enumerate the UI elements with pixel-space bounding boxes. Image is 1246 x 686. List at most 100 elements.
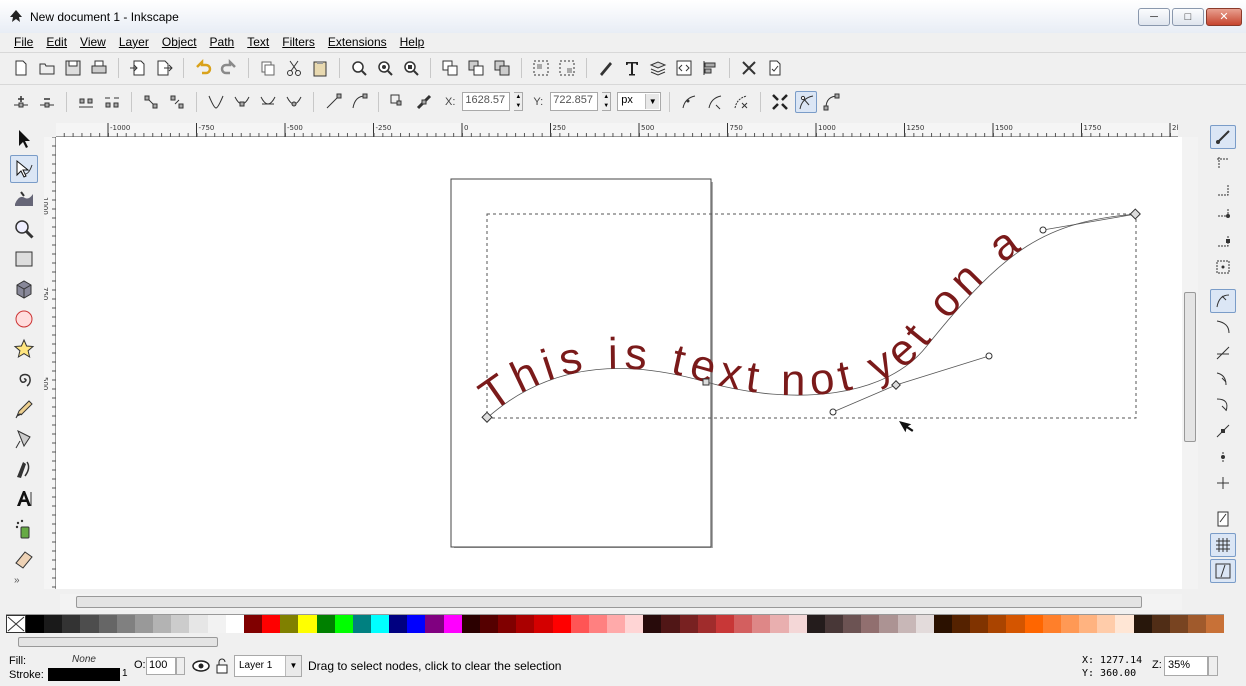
path-node[interactable] [1129, 208, 1141, 220]
color-swatch[interactable] [861, 615, 880, 633]
color-swatch[interactable] [915, 615, 934, 633]
clip-path-button[interactable] [704, 91, 726, 113]
color-swatch[interactable] [661, 615, 680, 633]
undo-button[interactable] [192, 57, 214, 79]
color-swatch[interactable] [1006, 615, 1025, 633]
color-swatch[interactable] [643, 615, 662, 633]
pen-tool[interactable] [10, 425, 38, 453]
color-swatch[interactable] [788, 615, 807, 633]
print-button[interactable] [88, 57, 110, 79]
show-outline-button[interactable] [821, 91, 843, 113]
path-node[interactable] [702, 378, 710, 386]
snap-bbox-button[interactable] [1210, 151, 1236, 175]
color-swatch[interactable] [1169, 615, 1188, 633]
maximize-button[interactable]: □ [1172, 8, 1204, 26]
color-swatch[interactable] [679, 615, 698, 633]
snap-cusp-nodes-button[interactable] [1210, 367, 1236, 391]
color-swatch[interactable] [298, 615, 317, 633]
zoom-page-button[interactable] [400, 57, 422, 79]
color-swatch[interactable] [44, 615, 63, 633]
snap-line-midpoints-button[interactable] [1210, 419, 1236, 443]
open-button[interactable] [36, 57, 58, 79]
color-swatch[interactable] [516, 615, 535, 633]
color-swatch[interactable] [570, 615, 589, 633]
snap-bbox-center-button[interactable] [1210, 255, 1236, 279]
stroke-to-path-button[interactable] [413, 91, 435, 113]
palette-scrollbar[interactable] [18, 637, 218, 647]
color-swatch[interactable] [389, 615, 408, 633]
color-swatch[interactable] [843, 615, 862, 633]
copy-button[interactable] [257, 57, 279, 79]
snap-grid-button[interactable] [1210, 533, 1236, 557]
color-swatch[interactable] [225, 615, 244, 633]
color-swatch[interactable] [134, 615, 154, 633]
stroke-swatch[interactable] [48, 668, 120, 681]
eraser-tool[interactable] [10, 545, 38, 573]
zoom-selection-button[interactable] [348, 57, 370, 79]
calligraphy-tool[interactable] [10, 455, 38, 483]
color-swatch[interactable] [1024, 615, 1043, 633]
color-swatch[interactable] [443, 615, 462, 633]
color-swatch[interactable] [897, 615, 916, 633]
no-paint-swatch[interactable] [6, 615, 26, 633]
bezier-handle[interactable] [1039, 226, 1047, 234]
canvas-svg[interactable]: This is text not yet on a [56, 137, 1182, 589]
color-swatch[interactable] [207, 615, 226, 633]
color-swatch[interactable] [715, 615, 735, 633]
layers-button[interactable] [647, 57, 669, 79]
menu-file[interactable]: File [14, 35, 33, 49]
color-swatch[interactable] [26, 615, 45, 633]
import-button[interactable] [127, 57, 149, 79]
unlink-clone-button[interactable] [491, 57, 513, 79]
unit-select[interactable]: px ▼ [617, 92, 662, 111]
insert-node-button[interactable] [10, 91, 32, 113]
x-coordinate-input[interactable]: 1628.57 [462, 92, 511, 111]
color-swatch[interactable] [479, 615, 499, 633]
color-swatch[interactable] [498, 615, 517, 633]
document-properties-button[interactable] [764, 57, 786, 79]
break-path-button[interactable] [101, 91, 123, 113]
color-swatch[interactable] [534, 615, 553, 633]
x-spinner[interactable]: ▲ ▼ [514, 92, 524, 111]
y-spinner[interactable]: ▲ ▼ [602, 92, 612, 111]
color-swatch[interactable] [770, 615, 789, 633]
menu-extensions[interactable]: Extensions [328, 35, 387, 49]
color-swatch[interactable] [1060, 615, 1080, 633]
menu-text[interactable]: Text [247, 35, 269, 49]
color-swatch[interactable] [933, 615, 952, 633]
align-distribute-button[interactable] [699, 57, 721, 79]
color-swatch[interactable] [1206, 615, 1225, 633]
fill-stroke-button[interactable] [595, 57, 617, 79]
color-swatch[interactable] [243, 615, 263, 633]
clone-button[interactable] [465, 57, 487, 79]
color-swatch[interactable] [334, 615, 353, 633]
snap-bbox-midpoints-button[interactable] [1210, 229, 1236, 253]
color-swatch[interactable] [588, 615, 607, 633]
snap-page-border-button[interactable] [1210, 507, 1236, 531]
color-swatch[interactable] [1079, 615, 1098, 633]
snap-intersections-button[interactable] [1210, 341, 1236, 365]
color-swatch[interactable] [116, 615, 135, 633]
menu-path[interactable]: Path [210, 35, 235, 49]
duplicate-button[interactable] [439, 57, 461, 79]
color-swatch[interactable] [280, 615, 299, 633]
color-swatch[interactable] [806, 615, 825, 633]
color-swatch[interactable] [80, 615, 99, 633]
preferences-button[interactable] [738, 57, 760, 79]
symmetric-node-button[interactable] [257, 91, 279, 113]
menu-edit[interactable]: Edit [46, 35, 67, 49]
cusp-node-button[interactable] [205, 91, 227, 113]
zoom-input[interactable]: 35% [1164, 656, 1208, 676]
opacity-spinner[interactable] [176, 657, 185, 675]
pencil-tool[interactable] [10, 395, 38, 423]
color-swatch[interactable] [988, 615, 1007, 633]
vertical-scroll-thumb[interactable] [1184, 292, 1196, 442]
spray-tool[interactable] [10, 515, 38, 543]
snap-paths-button[interactable] [1210, 315, 1236, 339]
auto-smooth-node-button[interactable] [283, 91, 305, 113]
eye-icon[interactable] [192, 657, 210, 675]
color-swatch[interactable] [98, 615, 117, 633]
delete-node-button[interactable] [36, 91, 58, 113]
export-button[interactable] [153, 57, 175, 79]
menu-object[interactable]: Object [162, 35, 197, 49]
